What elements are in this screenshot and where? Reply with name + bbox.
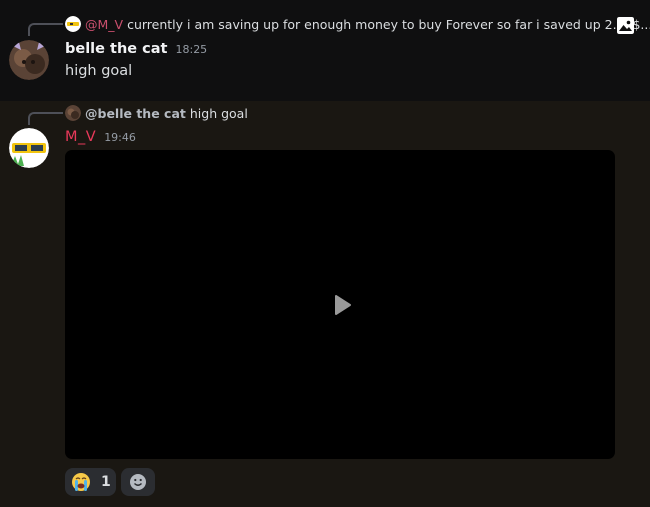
loudly-crying-face-icon [72, 473, 90, 491]
message-header: M_V 19:46 [65, 129, 136, 145]
belle-mini-avatar[interactable] [65, 105, 81, 121]
reply-preview[interactable]: @M_V currently i am saving up for enough… [65, 15, 650, 33]
reaction-crying[interactable]: 1 [65, 468, 116, 496]
timestamp[interactable]: 19:46 [104, 131, 136, 144]
reply-spine [28, 112, 63, 125]
message-header: belle the cat 18:25 [65, 41, 207, 57]
reply-text[interactable]: currently i am saving up for enough mone… [127, 17, 650, 32]
reply-mention[interactable]: @M_V [85, 17, 123, 32]
timestamp[interactable]: 18:25 [175, 43, 207, 56]
play-icon[interactable] [334, 294, 352, 316]
username[interactable]: M_V [65, 129, 96, 145]
reply-spine [28, 23, 63, 36]
username[interactable]: belle the cat [65, 41, 167, 57]
image-icon [617, 17, 634, 34]
add-reaction-button[interactable] [121, 468, 155, 496]
reply-mention[interactable]: @belle the cat [85, 106, 186, 121]
reply-preview[interactable]: @belle the cat high goal [65, 104, 248, 122]
add-reaction-icon [130, 474, 146, 490]
reply-text[interactable]: high goal [190, 106, 248, 121]
avatar[interactable] [9, 128, 49, 168]
reaction-count: 1 [101, 474, 111, 490]
message-belle-the-cat: @M_V currently i am saving up for enough… [0, 0, 650, 101]
message-content: high goal [65, 63, 133, 79]
avatar[interactable] [9, 40, 49, 80]
m-v-mini-avatar[interactable] [65, 16, 81, 32]
